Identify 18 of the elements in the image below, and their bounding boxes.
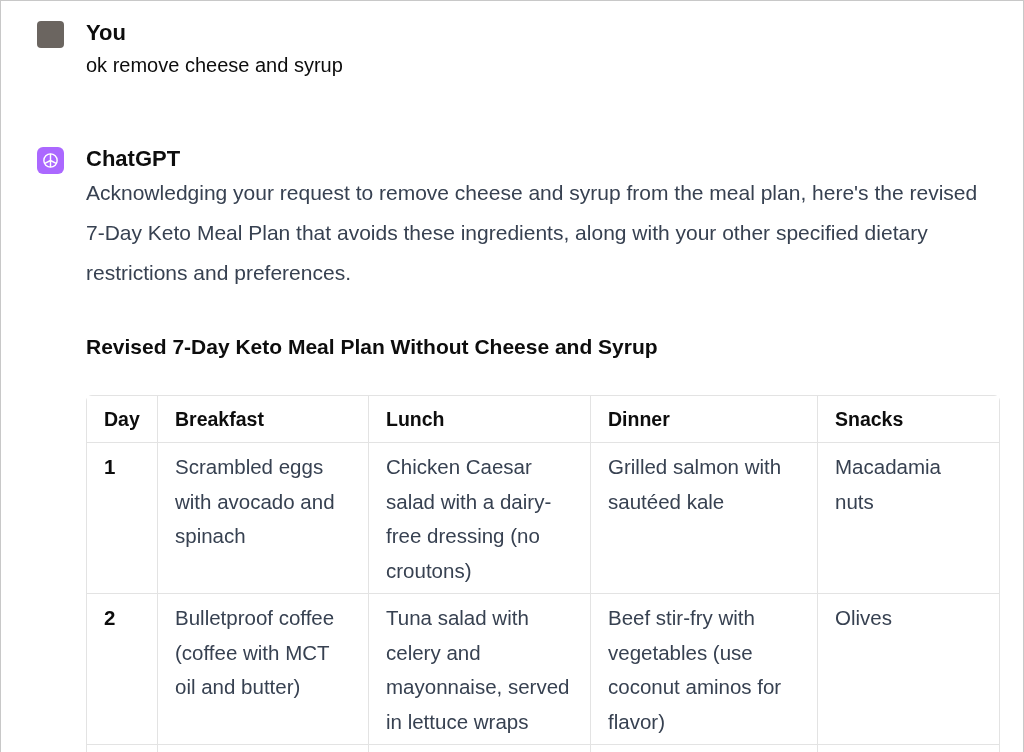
user-avatar — [37, 21, 64, 48]
column-header: Snacks — [817, 396, 999, 442]
table-cell: Macadamia nuts — [817, 442, 999, 593]
table-cell: Tuna salad with celery and mayonnaise, served in lettuce wraps — [368, 593, 590, 744]
message-text: Acknowledging your request to remove cheese and syrup from the meal plan, here's the revised 7-Day Keto Meal Plan that avoids these ingredients, along with your other specified dietary restrictions and preferences. — [86, 180, 979, 286]
table-cell: Bulletproof coffee (coffee with MCT oil and butter) — [157, 593, 368, 744]
table-cell: Chicken Caesar salad with a dairy-free dressing (no croutons) — [368, 442, 590, 593]
message-text: ok remove cheese and syrup — [86, 53, 344, 78]
author-name: ChatGPT — [86, 145, 182, 173]
table-heading: Revised 7-Day Keto Meal Plan Without Cheese and Syrup — [86, 334, 659, 360]
table-cell: Beef stir-fry with vegetables (use coconut aminos for flavor) — [590, 593, 817, 744]
table-cell: Grilled salmon with sautéed kale — [590, 442, 817, 593]
table-cell: 1 — [87, 442, 157, 593]
table-cell: Scrambled eggs with avocado and spinach — [157, 442, 368, 593]
table-cell: 2 — [87, 593, 157, 744]
table-cell: Olives — [817, 593, 999, 744]
author-name: You — [86, 19, 127, 47]
assistant-logo-icon — [37, 147, 64, 174]
